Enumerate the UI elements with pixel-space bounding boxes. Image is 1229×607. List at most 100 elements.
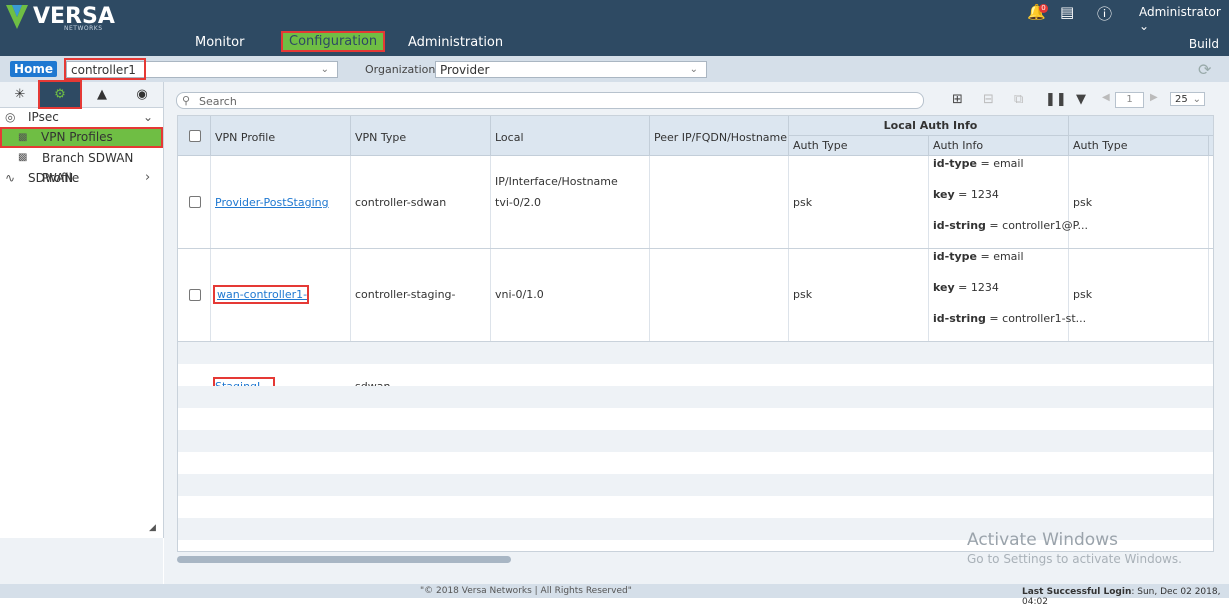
sidebar-item-label: IPsec xyxy=(28,110,59,124)
column-header-vpn-profile[interactable]: VPN Profile xyxy=(211,116,351,156)
table-row-1-peer xyxy=(650,156,789,249)
services-gear-icon[interactable]: ⚙ xyxy=(38,80,82,109)
chevron-right-icon: › xyxy=(145,170,151,185)
search-icon: ⚲ xyxy=(182,94,191,107)
nav-administration[interactable]: Administration xyxy=(408,35,503,50)
per-page-value: 25 xyxy=(1175,94,1188,105)
filter-icon[interactable]: ▼ xyxy=(1076,92,1086,107)
ipsec-globe-icon: ◎ xyxy=(5,110,16,124)
auth-id-type-value: email xyxy=(993,157,1024,170)
empty-row xyxy=(178,474,1213,496)
table-row-2-type: controller-staging-sdwan xyxy=(351,249,491,393)
user-menu[interactable]: Administrator ⌄ xyxy=(1139,5,1229,33)
select-all-header xyxy=(178,116,211,156)
brand-subtitle: NETWORKS xyxy=(64,25,103,32)
auth-key-label: id-type xyxy=(933,250,977,263)
columns-icon[interactable]: ❚❚ xyxy=(1045,92,1067,107)
clone-icon[interactable]: ⧉ xyxy=(1014,92,1023,107)
column-header-vpn-type[interactable]: VPN Type xyxy=(351,116,491,156)
vpn-profile-link[interactable]: Provider-PostStaging xyxy=(215,196,329,209)
chevron-down-icon: ⌄ xyxy=(1139,19,1150,33)
last-login: Last Successful Login: Sun, Dec 02 2018,… xyxy=(1022,587,1229,607)
versa-logo-icon xyxy=(6,5,28,29)
empty-row xyxy=(178,386,1213,408)
page-number-input[interactable]: 1 xyxy=(1115,92,1144,108)
lock-icon: ▩ xyxy=(18,152,28,163)
column-group-peer xyxy=(1069,116,1213,136)
empty-row xyxy=(178,342,1213,364)
objects-cube-icon[interactable]: ▲ xyxy=(82,82,122,107)
auth-key-value: 1234 xyxy=(970,188,999,201)
auth-key-label: key xyxy=(933,188,955,201)
chevron-down-icon: ⌄ xyxy=(320,64,329,75)
table-row-2-local: vni-0/1.0 xyxy=(491,249,650,341)
build-menu[interactable]: Build xyxy=(1189,37,1219,51)
network-topology-icon[interactable]: ✳ xyxy=(0,82,40,107)
column-group-local-auth-info: Local Auth Info xyxy=(789,116,1069,136)
home-button[interactable]: Home xyxy=(10,61,57,77)
auth-id-type-value: email xyxy=(993,250,1024,263)
table-row-1-auth-info: id-type = email key = 1234 id-string = c… xyxy=(929,156,1088,249)
copyright-text: "© 2018 Versa Networks | All Rights Rese… xyxy=(420,586,632,596)
task-list-icon[interactable]: ▤ xyxy=(1060,3,1074,21)
table-row-1-peer-auth-type: psk xyxy=(1069,156,1209,249)
resize-grip-icon[interactable]: ◢ xyxy=(149,523,156,533)
table-row-1-profile: Provider-PostStaging xyxy=(211,156,351,249)
auth-key-label: id-string xyxy=(933,219,986,232)
sidebar-item-vpn-profiles[interactable]: ▩ VPN Profiles xyxy=(0,127,163,148)
column-header-auth-info[interactable]: Auth Info xyxy=(929,136,1069,156)
chevron-down-icon: ⌄ xyxy=(143,110,154,124)
last-login-label: Last Successful Login xyxy=(1022,587,1132,597)
column-header-auth-type[interactable]: Auth Type xyxy=(789,136,929,156)
auth-key-value: 1234 xyxy=(970,281,999,294)
organization-select[interactable]: Provider ⌄ xyxy=(435,61,707,78)
table-row-1-auth-type: psk xyxy=(789,156,929,249)
others-globe-icon[interactable]: ◉ xyxy=(122,82,162,107)
table-row-1-type: controller-sdwan xyxy=(351,156,491,249)
notification-count-badge: 0 xyxy=(1039,4,1048,13)
sidebar-item-branch-sdwan-profile[interactable]: ▩ Branch SDWAN Profile xyxy=(0,148,162,185)
nav-monitor[interactable]: Monitor xyxy=(195,35,244,50)
select-all-checkbox[interactable] xyxy=(189,130,201,142)
remove-icon[interactable]: ⊟ xyxy=(983,92,994,107)
horizontal-scrollbar[interactable] xyxy=(177,556,511,563)
auth-key-label: id-type xyxy=(933,157,977,170)
chevron-down-icon: ⌄ xyxy=(689,64,698,75)
table-row-1-local: tvi-0/2.0 xyxy=(491,156,650,249)
previous-page-icon[interactable]: ◀ xyxy=(1102,92,1110,103)
info-icon[interactable]: ⓘ xyxy=(1097,3,1112,24)
refresh-icon[interactable]: ⟳ xyxy=(1198,60,1211,79)
row-1-checkbox[interactable] xyxy=(189,196,201,208)
column-header-overflow xyxy=(1209,136,1213,156)
row-2-checkbox[interactable] xyxy=(189,289,201,301)
column-header-local-ip[interactable]: Local IP/Interface/Hostname xyxy=(491,116,650,188)
empty-row xyxy=(178,430,1213,452)
table-row-2-select xyxy=(178,249,211,341)
search-placeholder: Search xyxy=(199,95,237,108)
search-input[interactable]: ⚲ Search xyxy=(176,92,924,109)
sidebar-item-label: SDWAN xyxy=(28,171,74,185)
per-page-select[interactable]: 25 ⌄ xyxy=(1170,92,1205,106)
column-header-peer-auth-type[interactable]: Auth Type xyxy=(1069,136,1209,156)
organization-label: Organization: xyxy=(365,63,440,76)
chevron-down-icon: ⌄ xyxy=(1192,94,1201,105)
sidebar-item-ipsec[interactable]: ◎ IPsec ⌄ xyxy=(0,107,162,127)
table-row-2-auth-type: psk xyxy=(789,249,929,341)
table-row-2-peer xyxy=(650,249,789,341)
nav-configuration[interactable]: Configuration xyxy=(280,31,386,52)
organization-select-value: Provider xyxy=(440,63,490,77)
auth-key-label: key xyxy=(933,281,955,294)
sidebar-item-sdwan[interactable]: ∿ SDWAN › xyxy=(0,168,162,188)
activate-windows-subtitle: Go to Settings to activate Windows. xyxy=(967,552,1182,566)
activate-windows-title: Activate Windows xyxy=(967,530,1118,550)
sdwan-network-icon: ∿ xyxy=(5,171,16,185)
add-icon[interactable]: ⊞ xyxy=(952,92,963,107)
sidebar-footer xyxy=(0,538,163,584)
auth-key-label: id-string xyxy=(933,312,986,325)
user-name: Administrator xyxy=(1139,5,1221,19)
table-row-1-select xyxy=(178,156,211,249)
appliance-highlight-box xyxy=(64,58,146,80)
table-row-2-peer-auth-type: psk xyxy=(1069,249,1209,341)
next-page-icon[interactable]: ▶ xyxy=(1150,92,1158,103)
column-header-peer-ip[interactable]: Peer IP/FQDN/Hostname xyxy=(650,116,789,156)
